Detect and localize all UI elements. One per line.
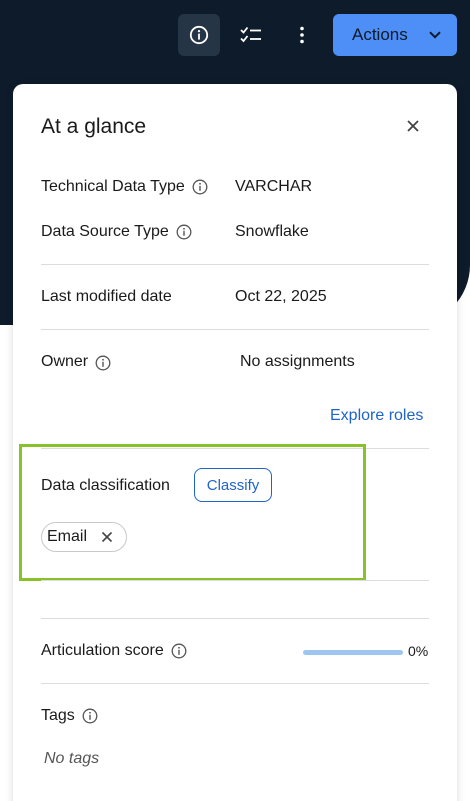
more-vertical-icon (300, 26, 304, 44)
articulation-score-label: Articulation score (41, 642, 187, 660)
divider (41, 683, 429, 684)
data-classification-label: Data classification (41, 477, 170, 494)
info-icon[interactable] (95, 355, 111, 371)
checklist-icon (240, 26, 261, 43)
chevron-down-icon (429, 31, 441, 39)
close-icon[interactable] (405, 118, 421, 134)
classification-chip: Email (41, 522, 127, 552)
divider (41, 580, 429, 581)
actions-label: Actions (352, 25, 408, 44)
divider (41, 329, 429, 330)
info-icon[interactable] (171, 643, 187, 659)
data-source-type-value: Snowflake (235, 223, 309, 240)
divider (41, 618, 429, 619)
no-tags-text: No tags (44, 750, 100, 767)
data-source-type-label: Data Source Type (41, 223, 192, 241)
articulation-progress-bar (303, 650, 403, 655)
owner-value: No assignments (240, 353, 355, 370)
chip-label: Email (47, 528, 88, 545)
explore-roles-link[interactable]: Explore roles (330, 407, 423, 425)
last-modified-label: Last modified date (41, 288, 172, 305)
highlight-box (19, 444, 366, 581)
checklist-button[interactable] (230, 14, 272, 56)
info-icon[interactable] (82, 708, 98, 724)
more-options-button[interactable] (281, 14, 323, 56)
technical-data-type-label: Technical Data Type (41, 178, 208, 196)
divider (41, 264, 429, 265)
tags-label: Tags (41, 707, 98, 725)
classify-button[interactable]: Classify (194, 468, 272, 502)
toolbar: Actions (0, 14, 470, 56)
info-button[interactable] (178, 14, 220, 56)
info-icon (189, 25, 209, 45)
at-a-glance-panel: At a glance Technical Data Type VARCHAR … (13, 84, 457, 801)
actions-button[interactable]: Actions (333, 14, 457, 56)
info-icon[interactable] (176, 224, 192, 240)
info-icon[interactable] (192, 179, 208, 195)
remove-chip-icon[interactable] (100, 530, 114, 544)
technical-data-type-value: VARCHAR (235, 178, 313, 195)
owner-label: Owner (41, 352, 111, 371)
panel-title: At a glance (41, 115, 147, 138)
articulation-score-value: 0% (408, 643, 429, 659)
last-modified-value: Oct 22, 2025 (235, 288, 327, 305)
